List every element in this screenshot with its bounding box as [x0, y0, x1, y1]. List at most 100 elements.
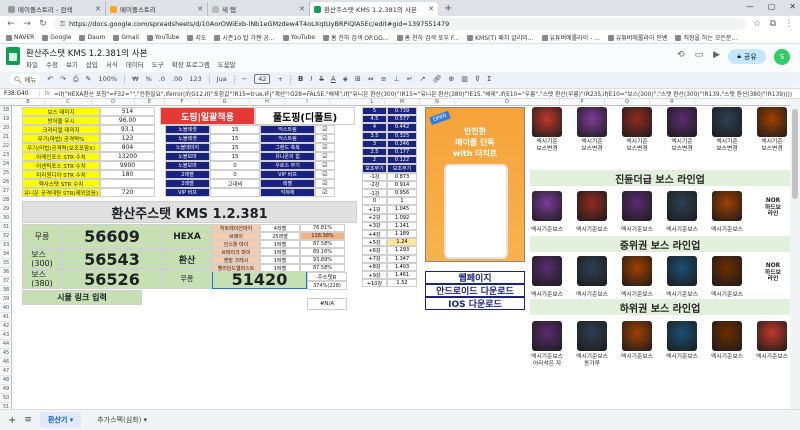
boss-portrait[interactable]: [712, 107, 742, 137]
stat-label[interactable]: 헥사스텟 STR 수치: [22, 179, 100, 188]
undo-icon[interactable]: ↶: [47, 75, 53, 83]
sheet-tab-active[interactable]: 환산기 ▾: [39, 412, 82, 428]
history-icon[interactable]: ⟲: [677, 50, 685, 60]
browser-tab-active[interactable]: 환산주스탯 KMS 1.2.381의 사본 ✕: [310, 2, 438, 16]
doping-name[interactable]: 노블보마: [165, 161, 210, 170]
column-header[interactable]: F: [165, 99, 200, 106]
close-icon[interactable]: ✕: [95, 5, 101, 13]
boss-portrait[interactable]: [577, 256, 607, 286]
bookmark-item[interactable]: YouTube: [282, 34, 315, 41]
weapon-multiplier[interactable]: 1.403: [387, 262, 417, 271]
doping-title[interactable]: 도핑|일괄적용: [160, 107, 255, 125]
paint-format-icon[interactable]: ✎: [86, 75, 92, 83]
scrollbar-thumb[interactable]: [792, 109, 798, 199]
hexa-skill-level[interactable]: 1레벨: [260, 248, 300, 256]
print-icon[interactable]: ⎙: [73, 75, 79, 84]
row-header[interactable]: 33: [0, 241, 12, 250]
stat-label[interactable]: 방어율 무시: [22, 116, 100, 125]
row-header[interactable]: 44: [0, 340, 12, 349]
stat-label[interactable]: 아케인포스 STR 수치: [22, 152, 100, 161]
doping-checkbox[interactable]: ☑: [315, 143, 335, 152]
doping-value[interactable]: 15: [210, 152, 260, 161]
stat-label[interactable]: 어센틱포스 STR 수치: [22, 161, 100, 170]
weapon-multiplier[interactable]: 0.739: [387, 107, 417, 116]
hexa-value[interactable]: 51420: [212, 269, 307, 289]
maximize-icon[interactable]: ▢: [768, 2, 776, 11]
align-icon[interactable]: ≡: [381, 75, 387, 83]
row-header[interactable]: 18: [0, 106, 12, 115]
bookmark-item[interactable]: Google: [42, 34, 71, 41]
menu-item[interactable]: 도구: [152, 59, 164, 69]
bookmark-item[interactable]: YouTube: [146, 34, 179, 41]
boss-portrait[interactable]: [622, 256, 652, 286]
weapon-level[interactable]: +10강: [362, 279, 387, 288]
strikethrough-icon[interactable]: S: [319, 75, 323, 83]
link-icon[interactable]: 🔗︎: [432, 75, 441, 83]
menu-search[interactable]: 🔍︎ 메뉴: [10, 74, 41, 84]
stat-value[interactable]: 123: [100, 134, 155, 143]
menu-item[interactable]: 수정: [46, 59, 58, 69]
menu-icon[interactable]: ⋮: [784, 19, 794, 29]
stat-value[interactable]: 720: [100, 188, 155, 197]
row-header[interactable]: 43: [0, 331, 12, 340]
bookmark-item[interactable]: Gmail: [113, 34, 139, 41]
doping-value[interactable]: [210, 188, 260, 197]
boss-portrait[interactable]: [532, 321, 562, 351]
sheet-tab[interactable]: 추가스펙(심화) ▾: [89, 412, 155, 428]
weapon-multiplier[interactable]: 1.141: [387, 221, 417, 230]
increase-decimal-button[interactable]: .00: [172, 75, 182, 83]
merge-icon[interactable]: ⇔: [368, 75, 374, 83]
row-header[interactable]: 30: [0, 214, 12, 223]
vertical-scrollbar[interactable]: [790, 99, 800, 409]
stat-value[interactable]: 804: [100, 143, 155, 152]
result-label[interactable]: 보스 (380): [22, 269, 62, 289]
stat-value[interactable]: 9900: [100, 161, 155, 170]
weapon-level[interactable]: +1강: [362, 205, 387, 214]
hexa-skill-level[interactable]: 4레벨: [260, 224, 300, 232]
hexa-skill-percent[interactable]: 93.89%: [300, 256, 345, 264]
weapon-multiplier[interactable]: 1.24: [387, 238, 417, 247]
add-sheet-icon[interactable]: +: [8, 415, 16, 426]
weapon-multiplier[interactable]: 0.873: [387, 172, 417, 181]
weapon-multiplier[interactable]: 1.293: [387, 246, 417, 255]
column-header[interactable]: E: [135, 99, 165, 106]
boss-portrait[interactable]: [622, 191, 652, 221]
redo-icon[interactable]: ↷: [60, 75, 66, 83]
result-value[interactable]: 56543: [62, 249, 162, 269]
row-header[interactable]: 29: [0, 205, 12, 214]
doping-value[interactable]: 0: [210, 161, 260, 170]
column-header[interactable]: D: [92, 99, 135, 106]
column-header[interactable]: C: [45, 99, 92, 106]
weapon-multiplier[interactable]: 1.52: [387, 279, 417, 288]
hexa-skill-name[interactable]: 엔빌 크레시: [212, 256, 260, 264]
ad-banner[interactable]: OPEN 안전한 메이플 단독 with 더치트: [425, 107, 525, 262]
meet-icon[interactable]: ▶: [713, 50, 720, 60]
sheets-logo-icon[interactable]: [6, 47, 20, 65]
weapon-level[interactable]: 3: [362, 139, 387, 148]
boss-portrait[interactable]: [757, 107, 787, 137]
doping-name[interactable]: 2레벨: [165, 170, 210, 179]
row-header[interactable]: 38: [0, 286, 12, 295]
doping-option[interactable]: 익혀재: [260, 188, 315, 197]
font-size-field[interactable]: 42: [254, 74, 271, 84]
weapon-multiplier[interactable]: 0.122: [387, 156, 417, 165]
weapon-multiplier[interactable]: 0.325: [387, 131, 417, 140]
main-title[interactable]: 환산주스탯 KMS 1.2.381: [22, 201, 357, 223]
column-header[interactable]: Q: [605, 99, 650, 106]
bookmark-item[interactable]: NAVER: [6, 34, 34, 41]
row-header[interactable]: 45: [0, 349, 12, 358]
stat-value[interactable]: 93.1: [100, 125, 155, 134]
bookmark-item[interactable]: 홈 천하 검색 OP.GG...: [322, 33, 389, 42]
weapon-level[interactable]: 4.5: [362, 115, 387, 124]
close-icon[interactable]: ✕: [299, 5, 305, 13]
stat-label[interactable]: 보스 데미지: [22, 107, 100, 116]
column-header[interactable]: I: [285, 99, 330, 106]
weapon-level[interactable]: 보조무기: [362, 164, 387, 173]
row-header[interactable]: 39: [0, 295, 12, 304]
stat-label[interactable]: 무기(마법) 공격력%: [22, 134, 100, 143]
weapon-multiplier[interactable]: 0.914: [387, 180, 417, 189]
font-size-increase[interactable]: +: [277, 75, 282, 83]
hexa-conversion-label[interactable]: 환산: [162, 249, 212, 269]
menu-item[interactable]: 삽입: [86, 59, 98, 69]
weapon-multiplier[interactable]: 0.442: [387, 123, 417, 132]
